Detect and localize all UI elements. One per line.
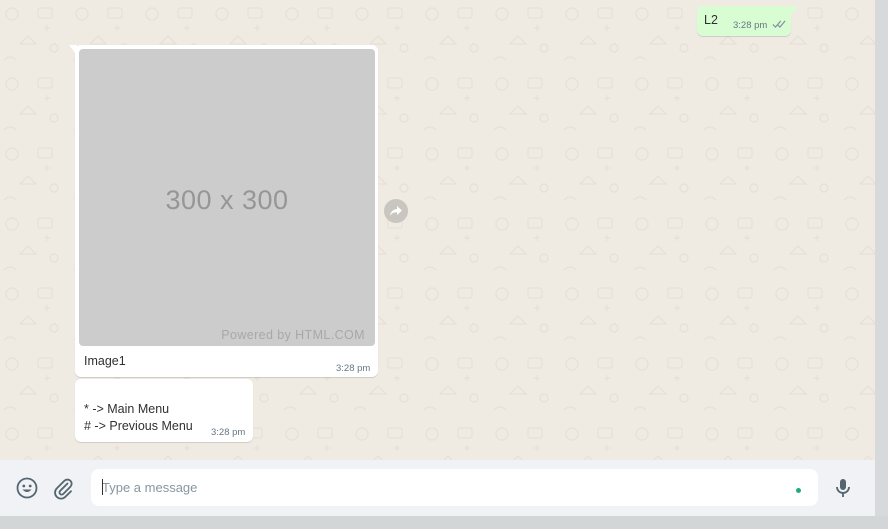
outgoing-message[interactable]: L2 3:28 pm (697, 6, 798, 36)
image-dimensions-label: 300 x 300 (165, 185, 289, 215)
message-time: 3:28 pm (336, 363, 371, 374)
incoming-image-message[interactable]: 300 x 300 Powered by HTML.COM Image1 3:2… (69, 45, 378, 377)
message-composer (0, 460, 875, 516)
window-bottom-edge (0, 516, 888, 529)
message-text: L2 (704, 13, 718, 27)
voice-message-button[interactable] (830, 475, 856, 501)
message-time: 3:28 pm (733, 20, 768, 31)
attach-button[interactable] (50, 475, 76, 501)
scrollbar[interactable] (875, 0, 888, 516)
message-input-box[interactable] (91, 469, 818, 506)
message-time: 3:28 pm (211, 427, 246, 438)
emoji-button[interactable] (14, 475, 40, 501)
text-caret (102, 479, 103, 495)
message-line: * -> Main Menu (84, 402, 170, 416)
chat-panel: L2 3:28 pm 300 x 300 Powered by HTML.COM… (0, 0, 875, 460)
forward-icon (390, 206, 402, 216)
image-watermark: Powered by HTML.COM (221, 328, 365, 342)
incoming-text-message[interactable]: * -> Main Menu # -> Previous Menu 3:28 p… (75, 379, 253, 442)
forward-button[interactable] (384, 199, 408, 223)
image-caption: Image1 (84, 354, 126, 368)
image-placeholder[interactable]: 300 x 300 Powered by HTML.COM (79, 49, 375, 346)
paperclip-icon (54, 478, 73, 500)
emoji-icon (16, 477, 38, 499)
microphone-icon (836, 479, 850, 497)
message-input[interactable] (102, 477, 782, 497)
input-status-dot (796, 488, 801, 493)
message-line: # -> Previous Menu (84, 419, 193, 433)
double-check-icon (772, 20, 786, 28)
